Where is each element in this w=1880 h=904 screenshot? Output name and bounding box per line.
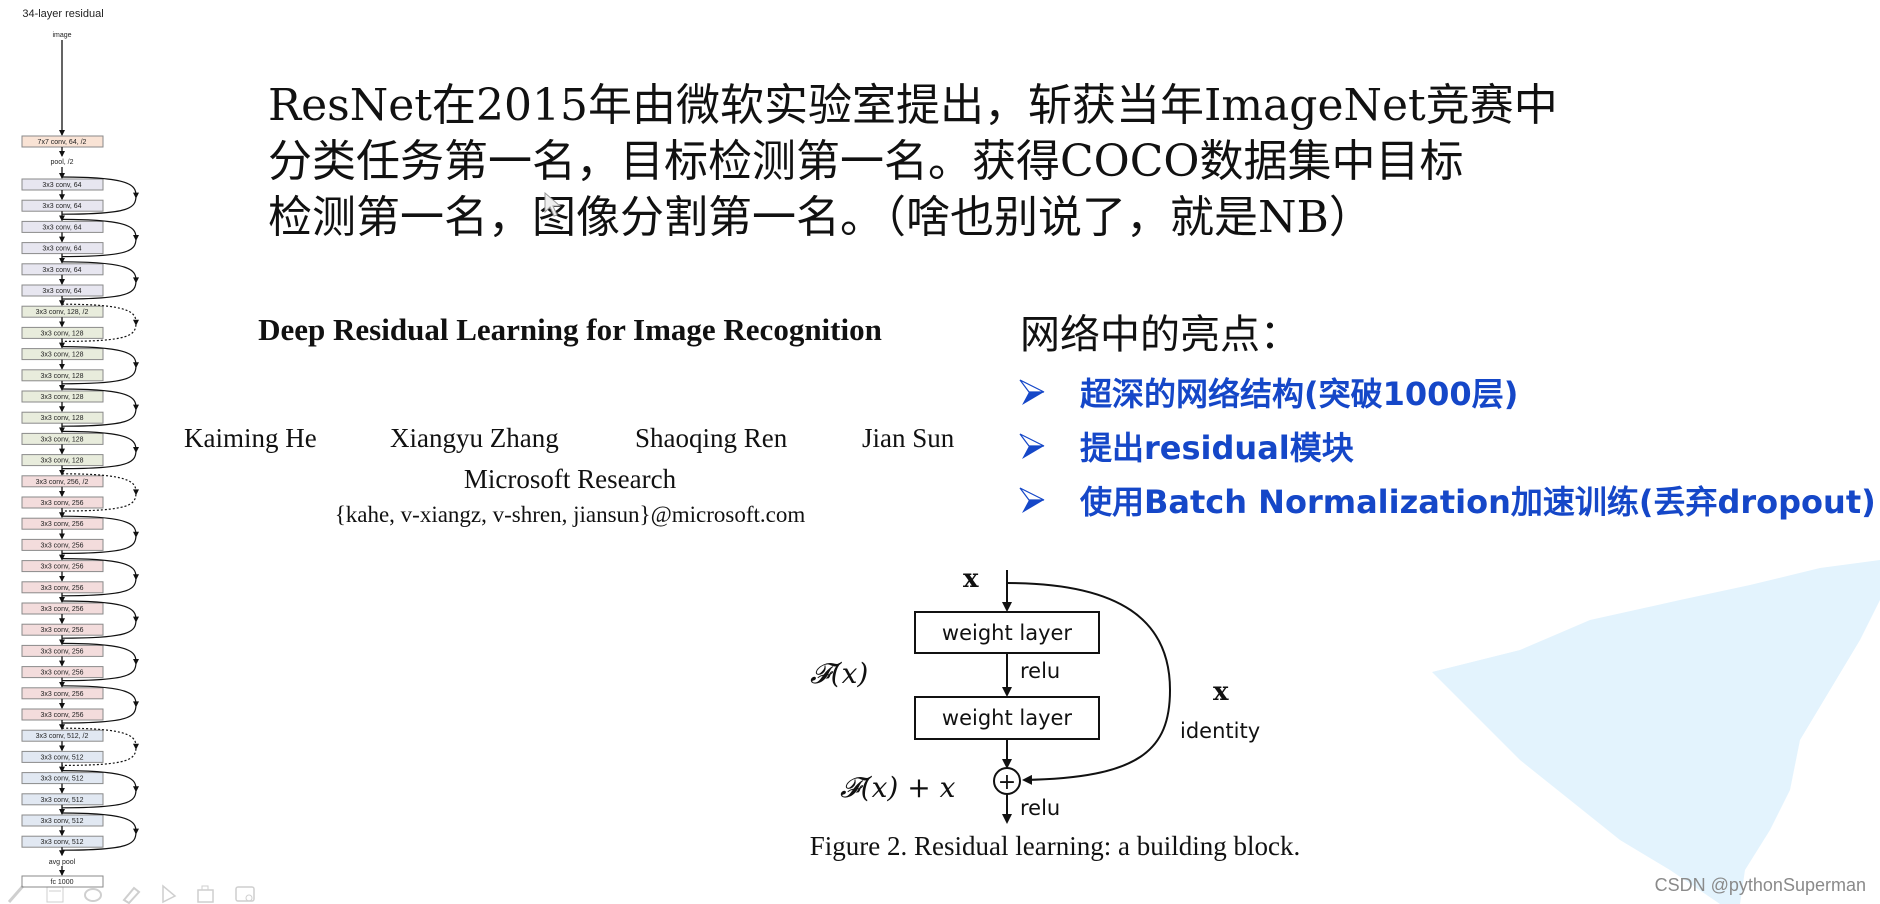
highlight-item: 使用Batch Normalization加速训练(丢弃dropout) (1018, 473, 1876, 527)
highlight-text: 使用Batch Normalization加速训练(丢弃dropout) (1080, 483, 1876, 521)
conv-box-label: 3x3 conv, 64 (42, 246, 81, 253)
presenter-toolbar (0, 884, 256, 904)
paper-title: Deep Residual Learning for Image Recogni… (258, 312, 882, 347)
conv-box-label: 3x3 conv, 256, /2 (36, 479, 89, 486)
shortcut-arrowhead (133, 192, 139, 199)
arrow-bullet-icon (1018, 377, 1080, 407)
conv-box-label: 3x3 conv, 256 (40, 521, 83, 528)
watermark: CSDN @pythonSuperman (1654, 875, 1866, 895)
shortcut-arrowhead (133, 659, 139, 665)
shortcut-arrowhead (133, 319, 139, 326)
paper-authors: Kaiming He Xiangyu Zhang Shaoqing Ren Ji… (180, 423, 970, 457)
eraser-icon[interactable] (120, 884, 142, 904)
conv-box-label: 3x3 conv, 128, /2 (36, 309, 89, 316)
conv-box-label: 3x3 conv, 512, /2 (36, 733, 89, 740)
shortcut-arrowhead (133, 531, 139, 538)
identity-x-label: x (1213, 677, 1229, 707)
shortcut-arrowhead (133, 786, 139, 793)
residual-block-figure: x weight layer relu weight layer + relu … (810, 564, 1260, 824)
conv-box-label: 3x3 conv, 128 (40, 330, 83, 337)
conv-box-label: 3x3 conv, 64 (42, 203, 81, 210)
blue-brush-shape (1432, 560, 1880, 904)
shortcut-arrowhead (133, 616, 139, 623)
conv-box-label: 3x3 conv, 512 (40, 839, 83, 846)
heading-line-1: ResNet在2015年由微软实验室提出，斩获当年ImageNet竞赛中 (268, 80, 1558, 131)
pen-icon[interactable] (6, 884, 28, 904)
slide-icon[interactable] (44, 884, 66, 904)
conv-box-label: 3x3 conv, 64 (42, 224, 81, 231)
screen-record-icon[interactable] (234, 884, 256, 904)
conv-box-label: 3x3 conv, 128 (40, 373, 83, 380)
shortcut-arrowhead (133, 404, 139, 411)
input-x-label: x (963, 564, 979, 594)
conv-box-label: 3x3 conv, 256 (40, 564, 83, 571)
conv-box-label: 3x3 conv, 512 (40, 754, 83, 761)
conv-box-label: 3x3 conv, 128 (40, 436, 83, 443)
author-name: Jian Sun (862, 423, 955, 453)
paper-affiliation: Microsoft Research (463, 464, 677, 494)
relu-label-2: relu (1020, 796, 1060, 820)
conv-box-label: 3x3 conv, 256 (40, 606, 83, 613)
fx-label: 𝓕(x) (810, 657, 868, 690)
plus-symbol: + (998, 770, 1016, 795)
conv-box-label: 3x3 conv, 256 (40, 500, 83, 507)
highlight-text: 超深的网络结构(突破1000层) (1080, 375, 1519, 413)
conv-box-label: 3x3 conv, 256 (40, 670, 83, 677)
link-icon[interactable] (82, 884, 104, 904)
heading-line-3: 检测第一名，图像分割第一名。（啥也别说了，就是NB） (268, 192, 1373, 243)
arrow-bullet-icon (1018, 431, 1080, 461)
conv-box-label: 3x3 conv, 256 (40, 585, 83, 592)
conv-box-label: 3x3 conv, 256 (40, 542, 83, 549)
shortcut-arrowhead (133, 489, 139, 496)
author-name: Shaoqing Ren (635, 423, 788, 453)
conv-box-label: 3x3 conv, 512 (40, 797, 83, 804)
pointer-icon[interactable] (158, 884, 180, 904)
conv-box-label: 3x3 conv, 64 (42, 288, 81, 295)
conv-box-label: 3x3 conv, 512 (40, 776, 83, 783)
conv-box-label: 3x3 conv, 64 (42, 267, 81, 274)
shortcut-arrowhead (133, 701, 139, 708)
weight-layer-2-label: weight layer (942, 706, 1073, 730)
shortcut-arrowhead (133, 743, 139, 750)
highlight-text: 提出residual模块 (1080, 429, 1354, 467)
highlights-list: 超深的网络结构(突破1000层) 提出residual模块 使用Batch No… (1018, 365, 1876, 527)
pool-label: pool, /2 (51, 159, 74, 166)
shortcut-arrowhead (133, 828, 139, 835)
paper-email: {kahe, v-xiangz, v-shren, jiansun}@micro… (334, 502, 806, 527)
author-name: Xiangyu Zhang (390, 423, 559, 453)
conv-box-label: 3x3 conv, 128 (40, 458, 83, 465)
shortcut-arrowhead (133, 277, 139, 284)
intro-heading: ResNet在2015年由微软实验室提出，斩获当年ImageNet竞赛中 分类任… (268, 78, 1588, 246)
shortcut-arrowhead (133, 574, 139, 581)
identity-label: identity (1180, 719, 1260, 743)
conv-box-label: 3x3 conv, 64 (42, 182, 81, 189)
fx-plus-x-label: 𝓕(x) + x (840, 771, 956, 804)
highlights-title: 网络中的亮点： (1020, 312, 1300, 358)
arrow-bullet-icon (1018, 485, 1080, 515)
shortcut-arrowhead (133, 235, 139, 241)
conv-box-label: 3x3 conv, 128 (40, 415, 83, 422)
figure-caption: Figure 2. Residual learning: a building … (809, 831, 1301, 861)
mouse-cursor-icon (544, 192, 562, 217)
conv-box-label: 3x3 conv, 512 (40, 818, 83, 825)
highlight-item: 提出residual模块 (1018, 419, 1876, 473)
shortcut-arrowhead (133, 362, 139, 369)
weight-layer-1-label: weight layer (942, 621, 1073, 645)
input-label: image (52, 32, 71, 39)
conv-box-label: 3x3 conv, 256 (40, 648, 83, 655)
relu-label-1: relu (1020, 659, 1060, 683)
conv-box-label: 3x3 conv, 256 (40, 712, 83, 719)
avgpool-label: avg pool (49, 859, 76, 866)
author-name: Kaiming He (184, 423, 317, 453)
shortcut-arrowhead (133, 447, 139, 453)
conv-box-label: 3x3 conv, 128 (40, 394, 83, 401)
highlight-item: 超深的网络结构(突破1000层) (1018, 365, 1876, 419)
stem-conv-box-label: 7x7 conv, 64, /2 (38, 139, 87, 146)
conv-box-label: 3x3 conv, 256 (40, 691, 83, 698)
conv-box-label: 3x3 conv, 256 (40, 627, 83, 634)
heading-line-2: 分类任务第一名，目标检测第一名。获得COCO数据集中目标 (268, 136, 1464, 187)
conv-box-label: 3x3 conv, 128 (40, 352, 83, 359)
camera-icon[interactable] (196, 884, 218, 904)
resnet34-diagram: image 7x7 conv, 64, /2 pool, /2 3x3 conv, 6… (21, 32, 139, 888)
